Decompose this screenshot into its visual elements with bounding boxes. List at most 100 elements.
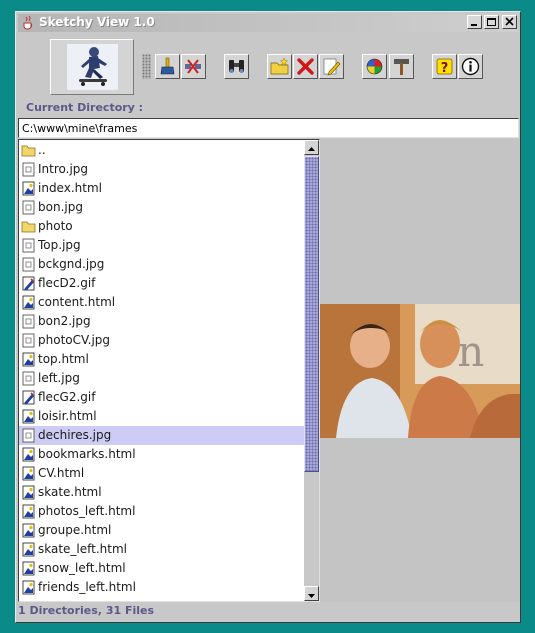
file-row[interactable]: content.html (19, 293, 305, 312)
file-name-label: friends_left.html (38, 580, 136, 594)
file-name-label: loisir.html (38, 409, 97, 423)
color-button[interactable] (362, 54, 387, 79)
find-button[interactable] (224, 54, 249, 79)
html-file-icon (21, 295, 36, 310)
file-name-label: flecD2.gif (38, 276, 96, 290)
image-file-icon (21, 428, 36, 443)
image-file-icon (21, 238, 36, 253)
file-name-label: .. (38, 143, 46, 157)
file-row[interactable]: snow_left.html (19, 559, 305, 578)
file-name-label: content.html (38, 295, 116, 309)
file-row[interactable]: dechires.jpg (19, 426, 305, 445)
file-name-label: snow_left.html (38, 561, 126, 575)
folder-star-icon (270, 57, 289, 75)
title-bar[interactable]: Sketchy View 1.0 (18, 14, 518, 32)
skateboarder-image (67, 44, 118, 90)
image-file-icon (21, 257, 36, 272)
file-row[interactable]: flecD2.gif (19, 274, 305, 293)
info-button[interactable] (458, 54, 483, 79)
html-file-icon (21, 466, 36, 481)
file-name-label: groupe.html (38, 523, 112, 537)
file-row[interactable]: bookmarks.html (19, 445, 305, 464)
vertical-scrollbar[interactable] (304, 140, 319, 601)
file-row[interactable]: flecG2.gif (19, 388, 305, 407)
html-file-icon (21, 352, 36, 367)
folder-row[interactable]: .. (19, 141, 305, 160)
file-name-label: dechires.jpg (38, 428, 112, 442)
file-name-label: bon.jpg (38, 200, 83, 214)
image-file-icon (21, 200, 36, 215)
html-file-icon (21, 447, 36, 462)
html-file-icon (21, 523, 36, 538)
html-file-icon (21, 181, 36, 196)
arrow-up-icon (308, 147, 315, 151)
hammer-icon (394, 59, 409, 75)
file-name-label: top.html (38, 352, 89, 366)
file-name-label: CV.html (38, 466, 85, 480)
scroll-up-button[interactable] (304, 140, 319, 155)
file-row[interactable]: Top.jpg (19, 236, 305, 255)
arrow-down-icon (308, 594, 315, 598)
image-file-icon (21, 314, 36, 329)
file-name-label: photos_left.html (38, 504, 136, 518)
brush-icon (160, 57, 175, 75)
file-row[interactable]: CV.html (19, 464, 305, 483)
file-row[interactable]: bckgnd.jpg (19, 255, 305, 274)
file-row[interactable]: Intro.jpg (19, 160, 305, 179)
info-icon (461, 57, 480, 76)
file-row[interactable]: friends_left.html (19, 578, 305, 597)
file-row[interactable]: bon.jpg (19, 198, 305, 217)
image-file-icon (21, 162, 36, 177)
folder-row[interactable]: photo (19, 217, 305, 236)
help-button[interactable]: ? (432, 54, 457, 79)
file-row[interactable]: skate.html (19, 483, 305, 502)
file-name-label: left.jpg (38, 371, 80, 385)
folder-icon (21, 143, 36, 158)
file-row[interactable]: left.jpg (19, 369, 305, 388)
disconnect-button[interactable] (181, 54, 206, 79)
file-name-label: photo (38, 219, 73, 233)
toolbar-grip[interactable] (142, 54, 151, 79)
current-directory-label: Current Directory : (26, 101, 144, 114)
scroll-thumb[interactable] (304, 156, 319, 472)
file-row[interactable]: photos_left.html (19, 502, 305, 521)
clean-brush-button[interactable] (155, 54, 180, 79)
close-button[interactable] (502, 15, 517, 29)
svg-text:?: ? (441, 61, 449, 76)
edit-button[interactable] (319, 54, 344, 79)
file-row[interactable]: groupe.html (19, 521, 305, 540)
skateboarder-logo (50, 39, 134, 95)
file-row[interactable]: top.html (19, 350, 305, 369)
file-list[interactable]: .. Intro.jpg index.html bon.jpg photo Top.jpg… (18, 139, 320, 602)
directory-path-field[interactable]: C:\www\mine\frames (18, 118, 519, 138)
red-x-icon (297, 58, 314, 75)
folder-icon (21, 219, 36, 234)
binoculars-icon (229, 60, 244, 73)
unplug-icon (185, 59, 201, 74)
close-icon (505, 17, 514, 26)
file-name-label: Intro.jpg (38, 162, 89, 176)
maximize-button[interactable] (484, 15, 499, 29)
file-row[interactable]: skate_left.html (19, 540, 305, 559)
file-row[interactable]: bon2.jpg (19, 312, 305, 331)
minimize-icon (471, 24, 477, 26)
file-row[interactable]: photoCV.jpg (19, 331, 305, 350)
tools-button[interactable] (389, 54, 414, 79)
file-name-label: skate_left.html (38, 542, 128, 556)
file-row[interactable]: loisir.html (19, 407, 305, 426)
pencil-icon (323, 58, 341, 76)
minimize-button[interactable] (467, 15, 482, 29)
java-cup-icon (23, 15, 33, 30)
question-icon: ? (436, 58, 453, 76)
delete-button[interactable] (293, 54, 318, 79)
color-wheel-icon (366, 58, 383, 75)
image-file-icon (21, 371, 36, 386)
file-row[interactable]: index.html (19, 179, 305, 198)
preview-photo: on (320, 304, 520, 438)
scroll-down-button[interactable] (304, 586, 319, 601)
gif-file-icon (21, 390, 36, 405)
file-name-label: bckgnd.jpg (38, 257, 105, 271)
file-name-label: skate.html (38, 485, 102, 499)
html-file-icon (21, 504, 36, 519)
new-folder-button[interactable] (267, 54, 292, 79)
